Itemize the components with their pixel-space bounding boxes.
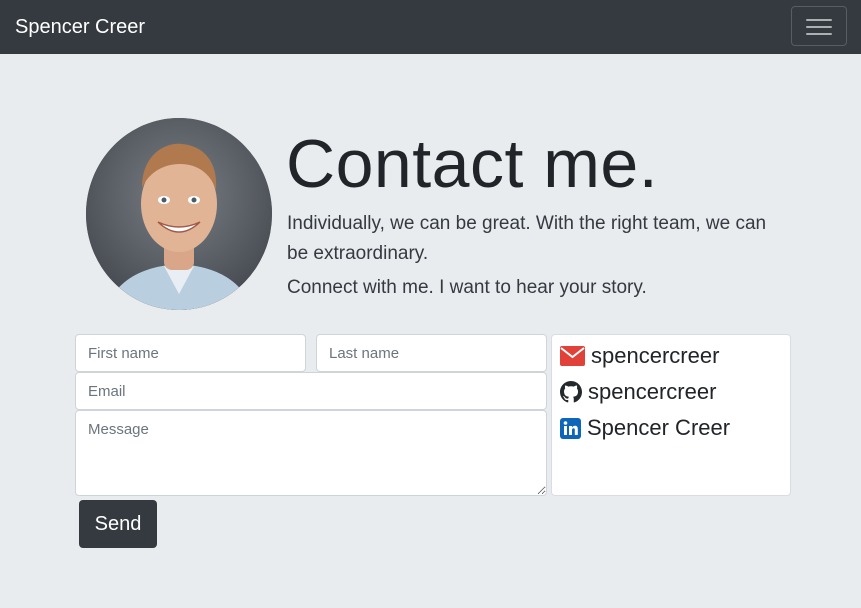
github-icon [560,381,582,403]
page-title: Contact me. [286,126,659,202]
navbar: Spencer Creer [0,0,861,54]
github-link-label: spencercreer [588,379,717,404]
github-link[interactable]: spencercreer [560,377,716,407]
connect-text: Connect with me. I want to hear your sto… [287,277,647,298]
linkedin-icon [560,417,581,439]
first-name-input[interactable] [75,334,306,372]
intro-text: Individually, we can be great. With the … [287,213,767,264]
email-link[interactable]: spencercreer [560,341,719,371]
brand-link[interactable]: Spencer Creer [15,14,145,40]
social-links-panel: spencercreer spencercreer Spencer Creer [551,334,791,496]
linkedin-link-label: Spencer Creer [587,415,731,440]
email-link-label: spencercreer [591,343,720,368]
navbar-toggler-button[interactable] [791,6,847,46]
linkedin-link[interactable]: Spencer Creer [560,413,730,443]
hamburger-menu-icon [806,19,832,36]
last-name-input[interactable] [316,334,547,372]
envelope-icon [560,346,585,366]
profile-photo [86,118,272,310]
message-textarea[interactable] [75,410,547,496]
email-input[interactable] [75,372,547,410]
send-button[interactable]: Send [79,500,157,548]
